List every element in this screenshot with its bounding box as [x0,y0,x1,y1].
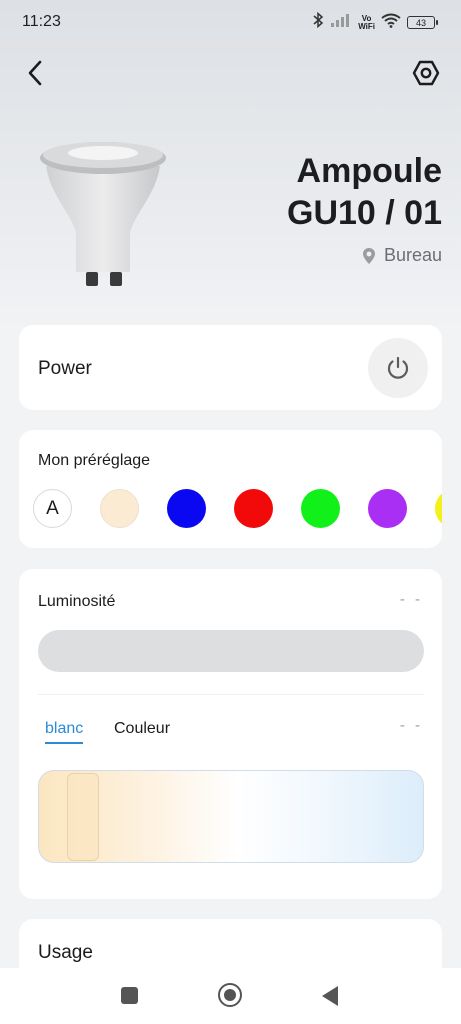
color-temperature-thumb[interactable] [67,773,99,861]
device-name-line1: Ampoule [296,152,442,190]
wifi-icon [381,13,401,33]
location-label: Bureau [383,245,442,265]
color-temperature-slider[interactable] [38,770,424,863]
status-time: 11:23 [22,13,61,30]
power-label: Power [38,358,92,379]
power-icon [387,356,409,379]
status-icons: Vo WiFi 43 [312,11,438,33]
vowifi-indicator: Vo WiFi [358,14,375,31]
preset-swatch-warm-white[interactable] [100,489,139,528]
divider [38,694,424,695]
tab-color[interactable]: Couleur [114,720,170,738]
preset-swatch-row: A [33,488,442,530]
vowifi-line2: WiFi [358,21,375,31]
chevron-left-icon [28,60,42,86]
home-button[interactable] [218,983,242,1007]
preset-swatch-blue[interactable] [167,489,206,528]
tab-white[interactable]: blanc [45,720,84,744]
preset-title: Mon préréglage [38,452,151,469]
back-button[interactable] [18,56,52,90]
settings-button[interactable] [409,56,443,90]
preset-swatch-yellow[interactable] [435,489,442,528]
signal-icon [330,13,352,32]
hexagon-settings-icon [412,60,440,86]
map-pin-icon [362,247,375,264]
preset-swatch-green[interactable] [301,489,340,528]
recents-button[interactable] [121,987,138,1004]
light-control-card: Luminosité - - blanc Couleur - - [19,569,442,899]
device-name: Ampoule GU10 / 01 [287,150,442,234]
system-nav-bar [0,968,461,1024]
brightness-title: Luminosité [38,593,116,610]
system-back-button[interactable] [322,986,338,1006]
preset-auto-button[interactable]: A [33,489,72,528]
usage-title: Usage [38,942,93,963]
power-card: Power [19,325,442,410]
brightness-slider[interactable] [38,630,424,672]
device-hero: Ampoule GU10 / 01 Bureau [0,120,461,310]
bulb-illustration [40,142,166,286]
status-bar: 11:23 Vo WiFi 43 [0,0,461,44]
color-temperature-value: - - [399,717,423,734]
preset-swatch-purple[interactable] [368,489,407,528]
device-name-line2: GU10 / 01 [287,194,442,232]
top-nav [0,52,461,96]
brightness-value: - - [399,591,423,608]
preset-card: Mon préréglage A [19,430,442,548]
battery-indicator: 43 [407,16,438,29]
bluetooth-icon [312,11,324,33]
device-location: Bureau [362,245,442,266]
power-button[interactable] [368,338,428,398]
preset-swatch-red[interactable] [234,489,273,528]
